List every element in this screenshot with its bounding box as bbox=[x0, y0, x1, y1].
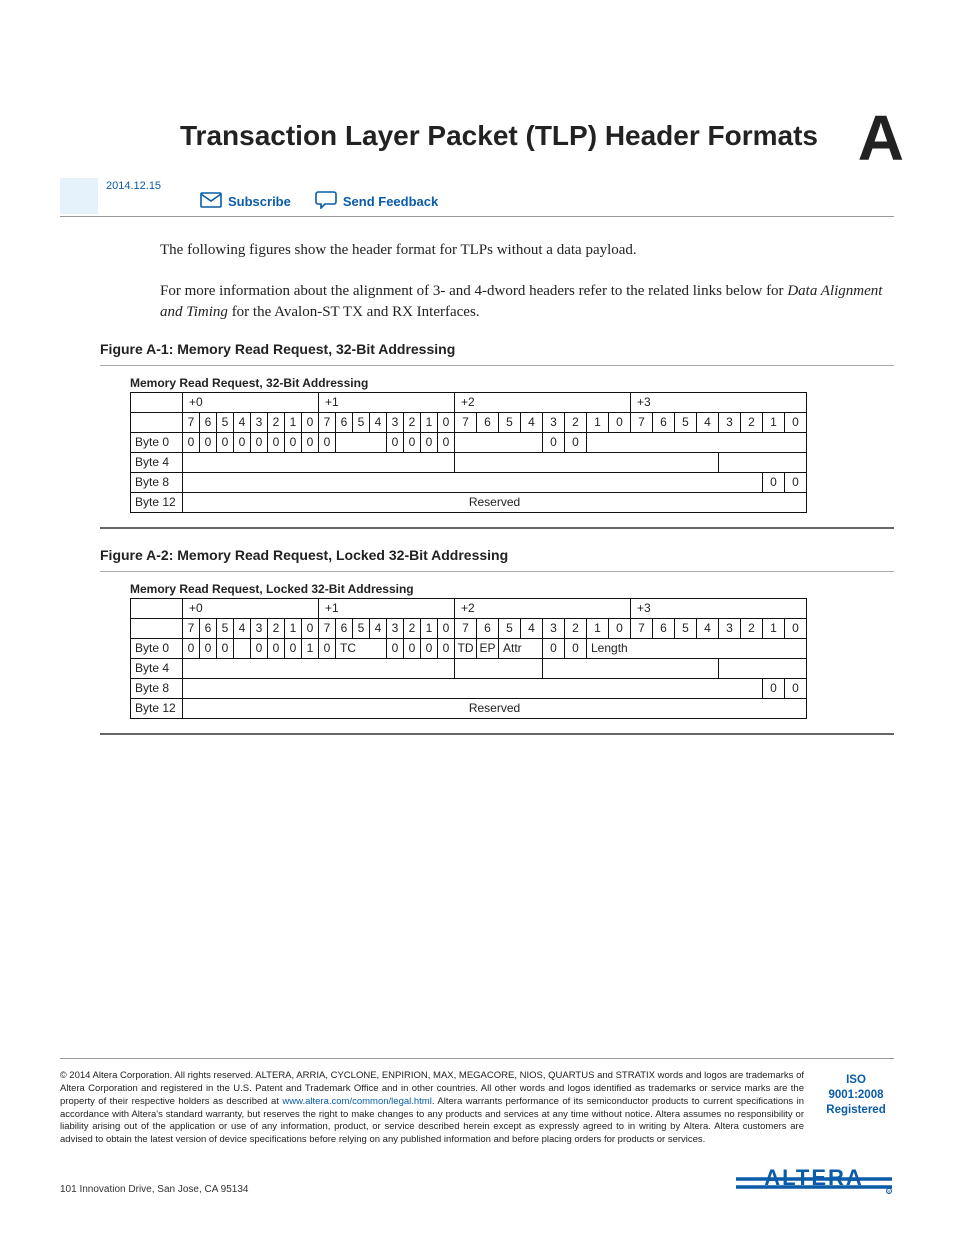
figure-a1-rule-bottom bbox=[100, 527, 894, 529]
p2-part-c: for the Avalon-ST TX and RX Interfaces. bbox=[228, 304, 480, 320]
page-header: Transaction Layer Packet (TLP) Header Fo… bbox=[60, 60, 894, 168]
table-row: Byte 4 bbox=[131, 452, 807, 472]
figure-a2-subtitle: Memory Read Request, Locked 32-Bit Addre… bbox=[130, 582, 894, 596]
page-footer: © 2014 Altera Corporation. All rights re… bbox=[60, 1050, 894, 1195]
group-header: +1 bbox=[319, 392, 455, 412]
figure-a1-rule-top bbox=[100, 365, 894, 366]
figure-a2-rule-bottom bbox=[100, 733, 894, 735]
send-feedback-link[interactable]: Send Feedback bbox=[315, 191, 438, 212]
table-row: +0 +1 +2 +3 bbox=[131, 392, 807, 412]
action-links: Subscribe Send Feedback bbox=[200, 191, 894, 220]
intro-paragraph-2: For more information about the alignment… bbox=[160, 281, 890, 323]
appendix-letter: A bbox=[858, 110, 904, 168]
table-row: Byte 0 0 0 0 0 0 0 1 0 TC 0 0 0 0 TD EP … bbox=[131, 638, 807, 658]
legal-link[interactable]: www.altera.com/common/legal.html bbox=[282, 1096, 431, 1107]
feedback-icon bbox=[315, 191, 337, 212]
legal-text: © 2014 Altera Corporation. All rights re… bbox=[60, 1069, 804, 1147]
table-row: +0 +1 +2 +3 bbox=[131, 598, 807, 618]
page-title: Transaction Layer Packet (TLP) Header Fo… bbox=[180, 120, 818, 152]
send-feedback-label: Send Feedback bbox=[343, 194, 438, 209]
table-row: 7 6 5 4 3 2 1 0 7 6 5 4 3 2 1 0 7 6 5 4 … bbox=[131, 618, 807, 638]
footer-address: 101 Innovation Drive, San Jose, CA 95134 bbox=[60, 1184, 248, 1195]
figure-a1-subtitle: Memory Read Request, 32-Bit Addressing bbox=[130, 376, 894, 390]
table-row: Byte 12 Reserved bbox=[131, 492, 807, 512]
group-header: +2 bbox=[455, 392, 631, 412]
figure-a1-caption: Figure A-1: Memory Read Request, 32-Bit … bbox=[100, 341, 894, 357]
date-tab-decoration bbox=[60, 178, 98, 214]
subscribe-link[interactable]: Subscribe bbox=[200, 192, 291, 211]
document-date: 2014.12.15 bbox=[106, 178, 161, 192]
table-row: 7 6 5 4 3 2 1 0 7 6 5 4 3 2 1 0 7 6 5 4 … bbox=[131, 412, 807, 432]
figure-a2-table: +0 +1 +2 +3 7 6 5 4 3 2 1 0 7 6 5 4 3 2 … bbox=[130, 598, 807, 719]
footer-rule bbox=[60, 1058, 894, 1059]
group-header: +3 bbox=[631, 392, 807, 412]
figure-a2-rule-top bbox=[100, 571, 894, 572]
figure-a2-caption: Figure A-2: Memory Read Request, Locked … bbox=[100, 547, 894, 563]
p2-part-a: For more information about the alignment… bbox=[160, 283, 787, 299]
iso-badge: ISO 9001:2008 Registered bbox=[818, 1069, 894, 1118]
table-row: Byte 4 bbox=[131, 658, 807, 678]
subscribe-label: Subscribe bbox=[228, 194, 291, 209]
table-row: Byte 12 Reserved bbox=[131, 698, 807, 718]
table-row: Byte 8 0 0 bbox=[131, 678, 807, 698]
group-header: +0 bbox=[183, 392, 319, 412]
table-row: Byte 8 0 0 bbox=[131, 472, 807, 492]
altera-logo: ALTERA R bbox=[734, 1159, 894, 1195]
svg-text:ALTERA: ALTERA bbox=[764, 1165, 864, 1190]
figure-a1-table: +0 +1 +2 +3 7 6 5 4 3 2 1 0 7 6 5 4 3 2 … bbox=[130, 392, 807, 513]
table-row: Byte 0 0 0 0 0 0 0 0 0 0 0 0 0 0 0 0 bbox=[131, 432, 807, 452]
mail-icon bbox=[200, 192, 222, 211]
svg-text:R: R bbox=[888, 1189, 891, 1194]
intro-paragraph-1: The following figures show the header fo… bbox=[160, 240, 890, 261]
